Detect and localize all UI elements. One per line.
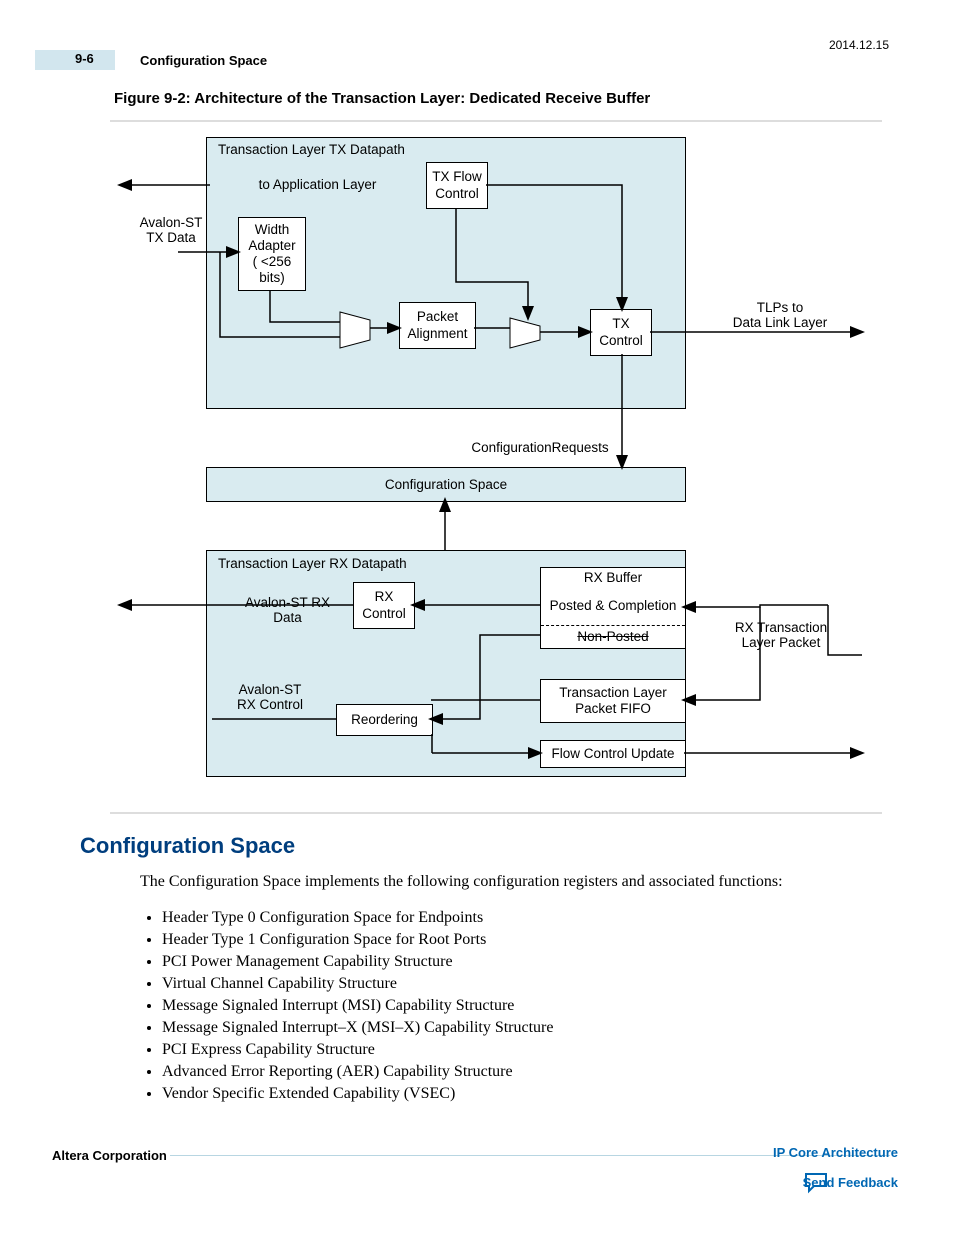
running-header-title: Configuration Space (140, 53, 267, 68)
footer-company: Altera Corporation (52, 1148, 167, 1163)
list-item: Message Signaled Interrupt (MSI) Capabil… (162, 997, 882, 1015)
list-item: Header Type 0 Configuration Space for En… (162, 909, 882, 927)
list-item: Advanced Error Reporting (AER) Capabilit… (162, 1063, 882, 1081)
list-item: PCI Power Management Capability Structur… (162, 953, 882, 971)
figure-caption: Figure 9-2: Architecture of the Transact… (114, 90, 650, 107)
document-date: 2014.12.15 (829, 38, 889, 52)
section-intro-paragraph: The Configuration Space implements the f… (140, 873, 880, 891)
list-item: Virtual Channel Capability Structure (162, 975, 882, 993)
architecture-diagram: Transaction Layer TX Datapath to Applica… (110, 120, 882, 814)
section-heading: Configuration Space (80, 833, 295, 859)
footer-architecture-link[interactable]: IP Core Architecture (773, 1145, 898, 1160)
page-number: 9-6 (75, 51, 94, 66)
list-item: Header Type 1 Configuration Space for Ro… (162, 931, 882, 949)
diagram-arrows-layer (110, 122, 882, 812)
send-feedback-link[interactable]: Send Feedback (803, 1175, 898, 1190)
capability-structure-list: Header Type 0 Configuration Space for En… (140, 905, 882, 1107)
list-item: Message Signaled Interrupt–X (MSI–X) Cap… (162, 1019, 882, 1037)
list-item: PCI Express Capability Structure (162, 1041, 882, 1059)
list-item: Vendor Specific Extended Capability (VSE… (162, 1085, 882, 1103)
